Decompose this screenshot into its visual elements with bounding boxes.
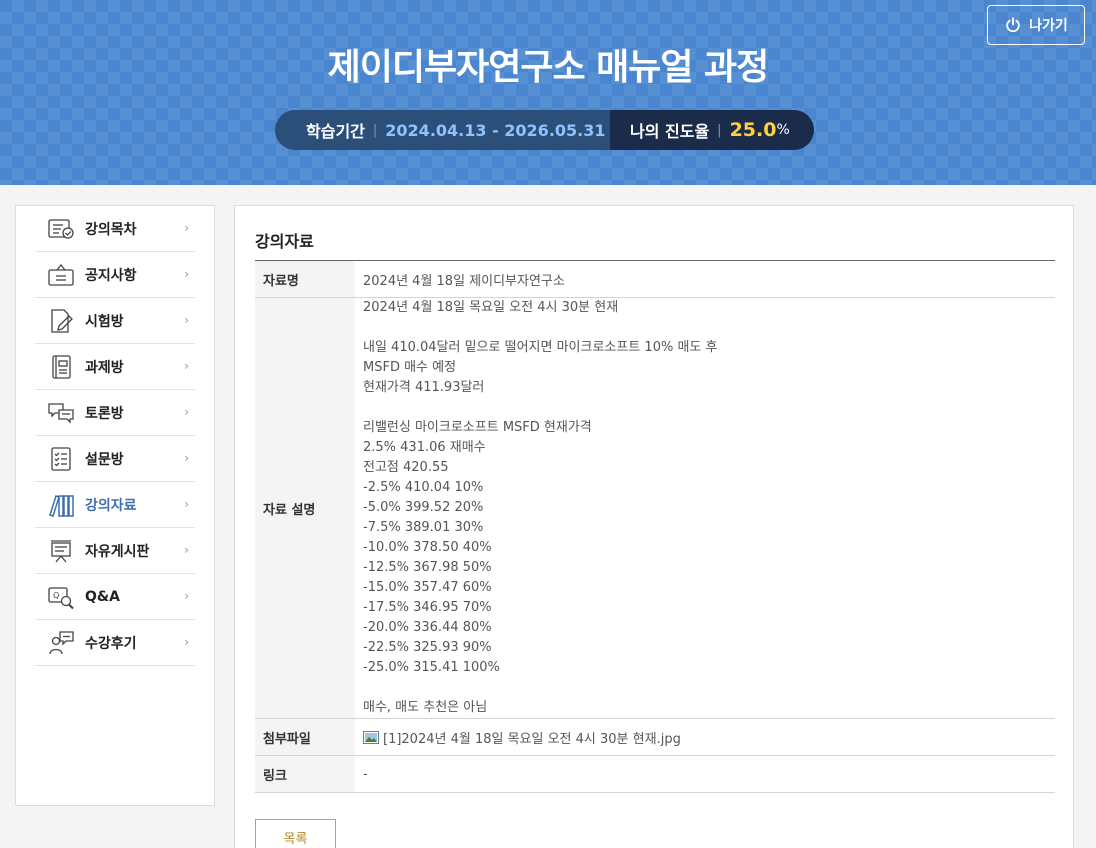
sidebar-item-label: 수강후기 — [85, 635, 137, 652]
course-sidebar: 강의목차 › 공지사항 › 시험방 › 과제방 › 토론방 › 설문방 › 강의… — [15, 205, 215, 806]
sidebar-item-label: 강의자료 — [85, 497, 137, 514]
separator: | — [717, 122, 722, 138]
description-line — [363, 678, 1047, 698]
free-board-icon — [47, 538, 75, 564]
table-row: 링크 - — [255, 755, 1055, 793]
list-button[interactable]: 목록 — [255, 819, 336, 848]
notice-icon — [47, 262, 75, 288]
sidebar-item-label: 시험방 — [85, 313, 124, 330]
chevron-right-icon: › — [184, 221, 189, 235]
table-row: 자료명 2024년 4월 18일 제이디부자연구소 — [255, 260, 1055, 298]
description-lines: 2024년 4월 18일 목요일 오전 4시 30분 현재내일 410.04달러… — [363, 298, 1047, 718]
attachment-value: [1]2024년 4월 18일 목요일 오전 4시 30분 현재.jpg — [355, 718, 1055, 756]
material-detail-table: 자료명 2024년 4월 18일 제이디부자연구소 자료 설명 2024년 4월… — [255, 260, 1055, 793]
discussion-icon — [47, 400, 75, 426]
learning-status-bar: 학습기간 | 2024.04.13 - 2026.05.31 나의 진도율 | … — [275, 110, 814, 150]
description-line — [363, 398, 1047, 418]
review-icon — [47, 630, 75, 656]
description-line: -7.5% 389.01 30% — [363, 520, 484, 535]
table-row: 자료 설명 2024년 4월 18일 목요일 오전 4시 30분 현재내일 41… — [255, 297, 1055, 719]
description-line: -17.5% 346.95 70% — [363, 600, 492, 615]
image-file-icon — [363, 730, 379, 744]
learning-period: 학습기간 | 2024.04.13 - 2026.05.31 — [275, 110, 610, 150]
description-line: -15.0% 357.47 60% — [363, 580, 492, 595]
description-line: 현재가격 411.93달러 — [363, 380, 485, 395]
sidebar-item-survey[interactable]: 설문방 › — [35, 436, 195, 482]
sidebar-item-notice[interactable]: 공지사항 › — [35, 252, 195, 298]
materials-icon — [47, 492, 75, 518]
power-icon — [1006, 17, 1020, 33]
description-line: -10.0% 378.50 40% — [363, 540, 492, 555]
chevron-right-icon: › — [184, 589, 189, 603]
description-line: 리밸런싱 마이크로소프트 MSFD 현재가격 — [363, 420, 592, 435]
attachment-file-link[interactable]: [1]2024년 4월 18일 목요일 오전 4시 30분 현재.jpg — [363, 728, 1047, 747]
survey-icon — [47, 446, 75, 472]
chevron-right-icon: › — [184, 405, 189, 419]
course-title: 제이디부자연구소 매뉴얼 과정 — [327, 47, 770, 88]
sidebar-item-review[interactable]: 수강후기 › — [35, 620, 195, 666]
exam-icon — [47, 308, 75, 334]
svg-text:Q: Q — [53, 591, 59, 600]
sidebar-item-label: 자유게시판 — [85, 543, 150, 560]
description-line: -22.5% 325.93 90% — [363, 640, 492, 655]
sidebar-item-label: 강의목차 — [85, 221, 137, 238]
sidebar-item-lecture-index[interactable]: 강의목차 › — [35, 206, 195, 252]
name-label: 자료명 — [255, 260, 355, 298]
name-value: 2024년 4월 18일 제이디부자연구소 — [355, 260, 1055, 298]
exit-button-label: 나가기 — [1029, 18, 1068, 34]
chevron-right-icon: › — [184, 359, 189, 373]
lecture-index-icon — [47, 216, 75, 242]
period-label: 학습기간 — [306, 122, 365, 141]
description-line: 전고점 420.55 — [363, 460, 449, 475]
separator: | — [372, 122, 378, 138]
chevron-right-icon: › — [184, 497, 189, 511]
description-line — [363, 318, 1047, 338]
progress-value: 25.0 — [729, 119, 777, 141]
progress-unit: % — [776, 122, 790, 138]
sidebar-item-label: 공지사항 — [85, 267, 137, 284]
sidebar-item-label: 토론방 — [85, 405, 124, 422]
description-line: -2.5% 410.04 10% — [363, 480, 484, 495]
sidebar-item-exam[interactable]: 시험방 › — [35, 298, 195, 344]
link-label: 링크 — [255, 755, 355, 793]
description-line: -5.0% 399.52 20% — [363, 500, 484, 515]
table-row: 첨부파일 [1]2024년 4월 18일 목요일 오전 4시 30분 현재.jp… — [255, 718, 1055, 756]
sidebar-item-label: 과제방 — [85, 359, 124, 376]
progress-label: 나의 진도율 — [630, 122, 710, 141]
course-header: 나가기 제이디부자연구소 매뉴얼 과정 학습기간 | 2024.04.13 - … — [0, 0, 1096, 185]
sidebar-item-materials[interactable]: 강의자료 › — [35, 482, 195, 528]
attachment-file-name: [1]2024년 4월 18일 목요일 오전 4시 30분 현재.jpg — [383, 731, 681, 747]
description-line: 내일 410.04달러 밑으로 떨어지면 마이크로소프트 10% 매도 후 — [363, 340, 718, 355]
description-line: MSFD 매수 예정 — [363, 360, 457, 375]
assignment-icon — [47, 354, 75, 380]
chevron-right-icon: › — [184, 267, 189, 281]
description-line: -20.0% 336.44 80% — [363, 620, 492, 635]
description-value: 2024년 4월 18일 목요일 오전 4시 30분 현재내일 410.04달러… — [355, 297, 1055, 719]
qna-icon: Q — [47, 584, 75, 610]
chevron-right-icon: › — [184, 543, 189, 557]
attachment-label: 첨부파일 — [255, 718, 355, 756]
sidebar-item-discussion[interactable]: 토론방 › — [35, 390, 195, 436]
description-line: -25.0% 315.41 100% — [363, 660, 500, 675]
description-line: 2024년 4월 18일 목요일 오전 4시 30분 현재 — [363, 300, 619, 315]
sidebar-item-qna[interactable]: Q Q&A › — [35, 574, 195, 620]
sidebar-item-label: Q&A — [85, 588, 120, 605]
chevron-right-icon: › — [184, 313, 189, 327]
section-title: 강의자료 — [255, 232, 314, 251]
description-line: -12.5% 367.98 50% — [363, 560, 492, 575]
description-line: 매수, 매도 추천은 아님 — [363, 700, 488, 715]
sidebar-item-assignment[interactable]: 과제방 › — [35, 344, 195, 390]
description-label: 자료 설명 — [255, 297, 355, 719]
material-detail-panel: 강의자료 자료명 2024년 4월 18일 제이디부자연구소 자료 설명 202… — [234, 205, 1074, 848]
description-line: 2.5% 431.06 재매수 — [363, 440, 486, 455]
chevron-right-icon: › — [184, 635, 189, 649]
sidebar-item-free-board[interactable]: 자유게시판 › — [35, 528, 195, 574]
sidebar-item-label: 설문방 — [85, 451, 124, 468]
chevron-right-icon: › — [184, 451, 189, 465]
my-progress: 나의 진도율 | 25.0 % — [610, 110, 814, 150]
period-dates: 2024.04.13 - 2026.05.31 — [385, 120, 606, 140]
link-value: - — [355, 755, 1055, 793]
